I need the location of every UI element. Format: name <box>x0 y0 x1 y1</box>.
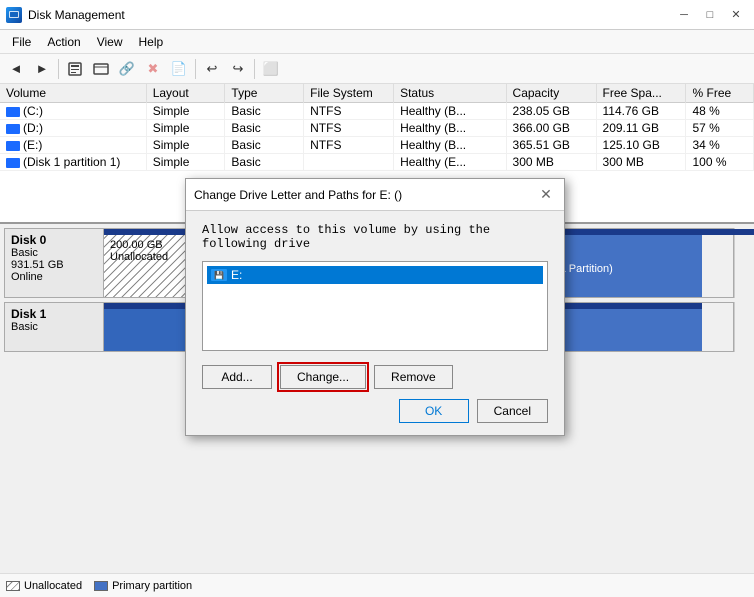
drive-icon: 💾 <box>211 269 227 281</box>
change-button[interactable]: Change... <box>280 365 366 389</box>
modal-overlay: Change Drive Letter and Paths for E: () … <box>0 0 754 597</box>
drive-list-item[interactable]: 💾 E: <box>207 266 543 284</box>
modal-title-bar: Change Drive Letter and Paths for E: () … <box>186 179 564 211</box>
modal-body: Allow access to this volume by using the… <box>186 211 564 435</box>
add-button[interactable]: Add... <box>202 365 272 389</box>
modal-close-button[interactable]: ✕ <box>536 185 556 205</box>
modal-title: Change Drive Letter and Paths for E: () <box>194 188 402 202</box>
cancel-button[interactable]: Cancel <box>477 399 548 423</box>
ok-button[interactable]: OK <box>399 399 469 423</box>
change-drive-dialog: Change Drive Letter and Paths for E: () … <box>185 178 565 436</box>
drive-listbox[interactable]: 💾 E: <box>202 261 548 351</box>
modal-description: Allow access to this volume by using the… <box>202 223 548 251</box>
modal-ok-buttons: OK Cancel <box>202 399 548 423</box>
modal-action-buttons: Add... Change... Remove <box>202 365 548 389</box>
drive-letter: E: <box>231 268 242 282</box>
remove-button[interactable]: Remove <box>374 365 453 389</box>
